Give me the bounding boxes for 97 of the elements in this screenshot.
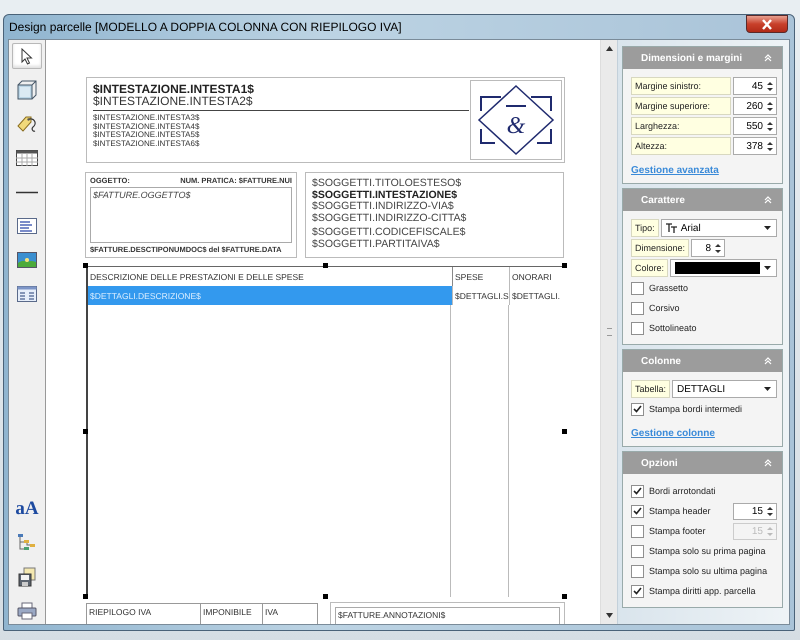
number-spinner[interactable]: 378 — [733, 137, 777, 155]
header-field: $INTESTAZIONE.INTESTA3$ — [93, 114, 200, 122]
checkbox[interactable] — [631, 282, 644, 294]
checkbox-label[interactable]: Stampa bordi intermedi — [649, 404, 742, 414]
table-cell: $DETTAGLI.S — [452, 286, 509, 305]
checkbox[interactable] — [631, 504, 644, 518]
table-icon — [16, 150, 38, 166]
columns-icon — [17, 286, 37, 302]
dropdown[interactable]: Arial — [660, 219, 777, 237]
field-label: Tipo: — [631, 219, 659, 237]
checkbox[interactable] — [631, 584, 644, 598]
close-button[interactable] — [746, 15, 788, 33]
font-type-icon — [666, 223, 677, 233]
column-header: IMPONIBILE — [201, 604, 263, 624]
field-label: Tabella: — [631, 380, 670, 398]
field-label: Margine sinistro: — [631, 77, 731, 95]
number-spinner[interactable]: 15 — [733, 502, 777, 520]
checkbox[interactable] — [631, 484, 644, 498]
client-field: $SOGGETTI.INTESTAZIONE$ — [312, 190, 458, 201]
table-cell: $DETTAGLI.DESCRIZIONE$ — [88, 286, 452, 305]
collapse-icon[interactable] — [764, 357, 772, 365]
checkbox-label[interactable]: Stampa header — [649, 506, 711, 516]
checkbox-label[interactable]: Stampa solo su ultima pagina — [649, 566, 768, 576]
number-spinner[interactable]: 45 — [733, 77, 777, 95]
line-icon — [16, 190, 38, 194]
printer-icon — [17, 602, 37, 620]
field-label: Larghezza: — [631, 117, 731, 135]
hierarchy-icon — [17, 533, 37, 553]
checkbox-label[interactable]: Bordi arrotondati — [649, 486, 716, 496]
color-picker[interactable] — [670, 259, 777, 277]
client-field: $SOGGETTI.PARTITAIVA$ — [312, 238, 440, 250]
column-header: SPESE — [452, 267, 509, 286]
number-spinner[interactable]: 260 — [733, 97, 777, 115]
checkbox-label[interactable]: Stampa solo su prima pagina — [649, 546, 766, 556]
header-field: $INTESTAZIONE.INTESTA2$ — [93, 95, 253, 107]
number-spinner[interactable]: 8 — [691, 239, 725, 257]
dropdown-arrow-icon — [764, 226, 771, 230]
checkbox[interactable] — [631, 322, 644, 334]
close-icon — [761, 18, 773, 30]
panel-title: Dimensioni e margini — [641, 52, 742, 64]
cube-icon — [17, 80, 37, 100]
collapse-icon[interactable] — [764, 459, 772, 467]
field-label: Colore: — [631, 259, 668, 277]
resize-handle[interactable] — [83, 428, 88, 434]
panel-title: Opzioni — [641, 458, 678, 468]
number-spinner[interactable]: 550 — [733, 117, 777, 135]
checkbox-label[interactable]: Stampa diritti app. parcella — [649, 586, 756, 596]
checkbox[interactable] — [631, 402, 644, 416]
checkbox[interactable] — [631, 544, 644, 558]
resize-handle[interactable] — [322, 594, 328, 599]
cursor-icon — [21, 48, 33, 64]
header-field: $INTESTAZIONE.INTESTA4$ — [93, 122, 200, 131]
header-field: $INTESTAZIONE.INTESTA5$ — [93, 131, 200, 140]
notes-field: $FATTURE.ANNOTAZIONI$ — [335, 607, 560, 624]
checkbox[interactable] — [631, 302, 644, 314]
vertical-scrollbar[interactable] — [600, 40, 617, 624]
tag-icon — [16, 114, 38, 134]
column-header: IVA — [264, 606, 280, 619]
checkbox-label[interactable]: Corsivo — [649, 303, 680, 313]
panel-title: Colonne — [641, 356, 681, 366]
header-field: $INTESTAZIONE.INTESTA1$ — [93, 83, 254, 95]
tool-button[interactable] — [12, 43, 42, 69]
subject-field: $FATTURE.OGGETTO$ — [90, 187, 292, 243]
field-label: Altezza: — [631, 137, 731, 155]
checkbox-label[interactable]: Grassetto — [649, 283, 688, 293]
dropdown-arrow-icon — [764, 266, 771, 270]
column-header: RIEPILOGO IVA — [87, 604, 201, 624]
collapse-icon[interactable] — [764, 54, 772, 62]
dropdown[interactable]: DETTAGLI — [672, 380, 777, 398]
client-field: $SOGGETTI.TITOLOESTESO$ — [312, 178, 462, 190]
save-copy-icon — [17, 567, 37, 587]
resize-handle[interactable] — [83, 594, 88, 599]
table-row[interactable]: $DETTAGLI.DESCRIZIONE$ $DETTAGLI.S $DETTAGLI. — [88, 286, 565, 305]
scroll-down-icon[interactable] — [606, 613, 612, 618]
checkbox-label[interactable]: Sottolineato — [649, 323, 697, 333]
resize-handle[interactable] — [322, 263, 328, 268]
window-title: Design parcelle [MODELLO A DOPPIA COLONNA CON RIEPILOGO IVA] — [9, 20, 402, 34]
picture-icon — [17, 252, 37, 268]
resize-handle[interactable] — [562, 594, 567, 599]
header-field: $INTESTAZIONE.INTESTA6$ — [93, 140, 200, 148]
dropdown-arrow-icon — [764, 387, 771, 391]
client-field: $SOGGETTI.INDIRIZZO-VIA$ — [312, 201, 454, 212]
resize-handle[interactable] — [83, 263, 88, 268]
field-label: Dimensione: — [631, 239, 690, 257]
column-header: DESCRIZIONE DELLE PRESTAZIONI E DELLE SPESE — [89, 270, 305, 284]
field-label: Margine superiore: — [631, 97, 731, 115]
logo-ampersand: & — [506, 112, 526, 140]
client-field: $SOGGETTI.CODICEFISCALE$ — [312, 227, 466, 238]
collapse-icon[interactable] — [764, 196, 772, 204]
checkbox[interactable] — [631, 564, 644, 578]
resize-handle[interactable] — [562, 428, 567, 434]
panel-title: Carattere — [641, 194, 685, 206]
table-cell: $DETTAGLI. — [509, 286, 565, 305]
resize-handle[interactable] — [562, 263, 567, 268]
scroll-up-icon[interactable] — [606, 46, 612, 51]
text-block-icon — [17, 218, 37, 234]
client-field: $SOGGETTI.INDIRIZZO-CITTA$ — [312, 212, 466, 224]
